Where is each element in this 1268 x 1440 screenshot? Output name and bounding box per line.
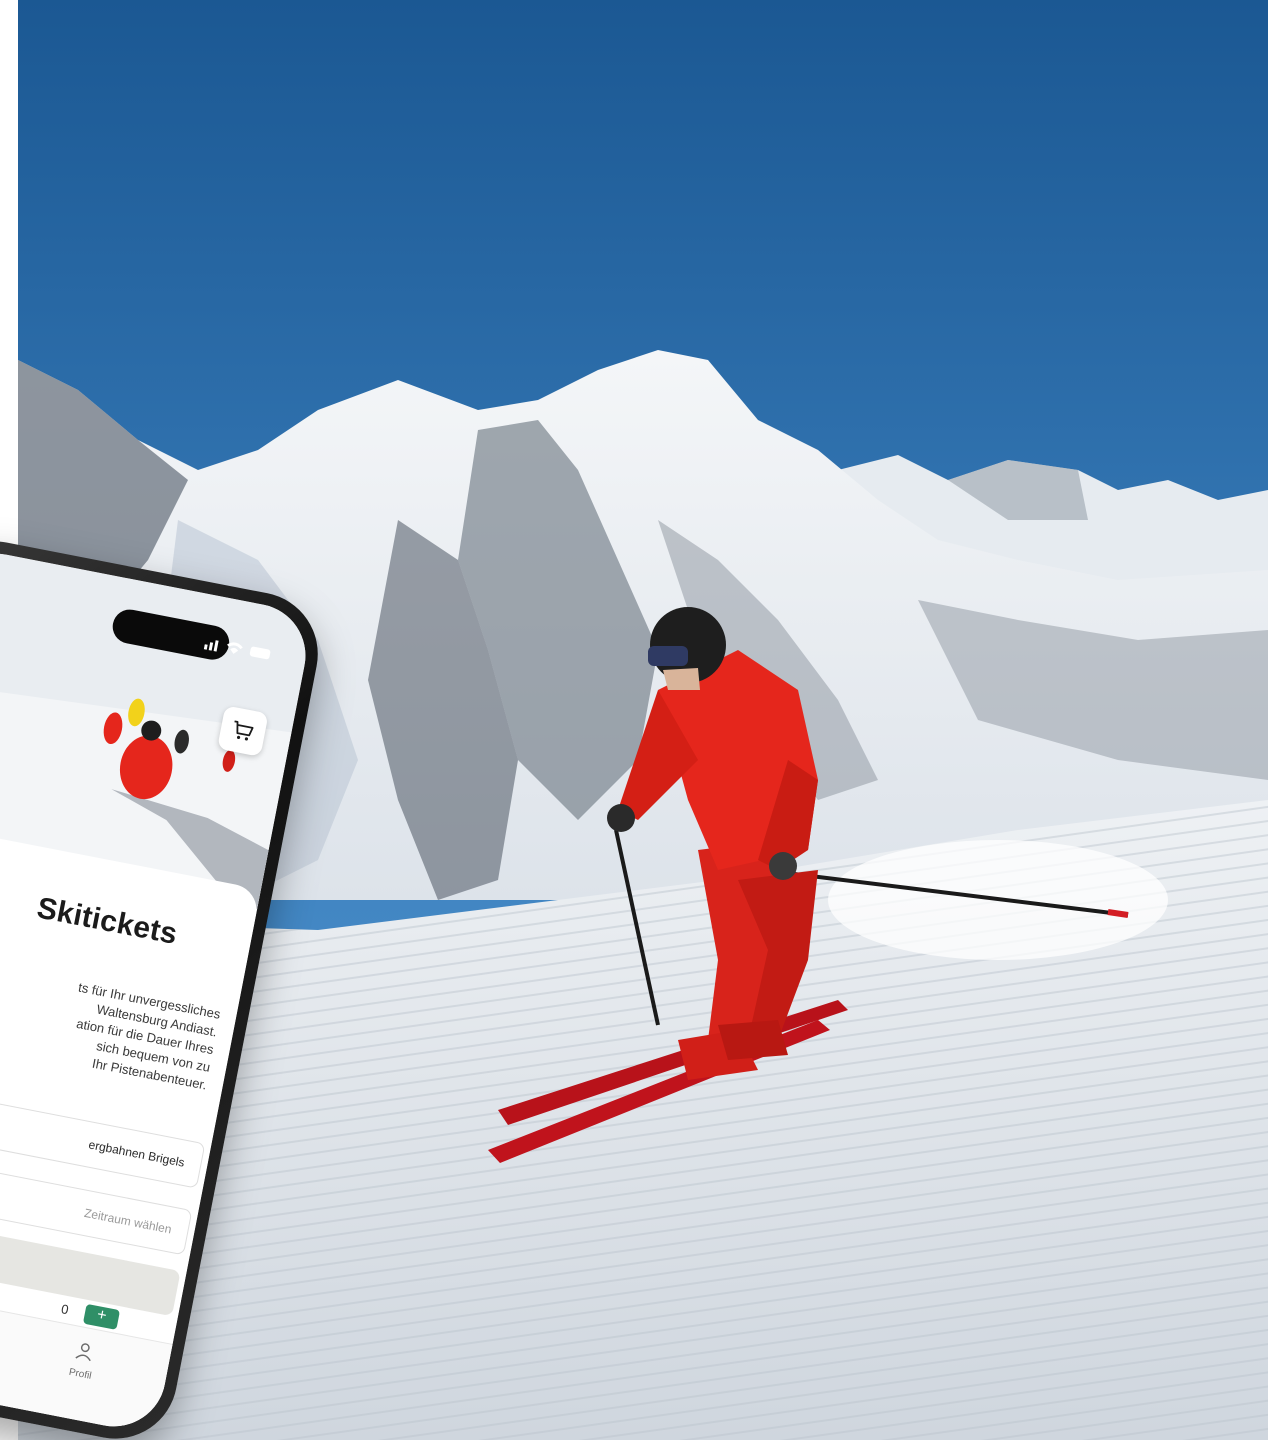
tab-profile-label: Profil [67, 1366, 93, 1382]
description: ts für Ihr unvergessliches Waltensburg A… [0, 962, 222, 1094]
tab-profile[interactable]: Profil [55, 1336, 112, 1385]
period-placeholder: Zeitraum wählen [82, 1205, 173, 1237]
increment-button[interactable]: + [82, 1303, 121, 1330]
signal-icon [203, 640, 219, 652]
marketing-scene: Skitickets ts für Ihr unvergessliches Wa… [0, 0, 1268, 1440]
cart-button[interactable] [217, 705, 269, 757]
page-title: Skitickets [34, 891, 181, 951]
cart-icon [234, 720, 254, 741]
operator-select[interactable]: ergbahnen Brigels [0, 1080, 206, 1189]
operator-value: ergbahnen Brigels [87, 1137, 186, 1170]
quantity-value: 0 [59, 1301, 70, 1318]
quantity-stepper: 0 + [59, 1299, 121, 1330]
profile-icon [75, 1343, 91, 1362]
battery-icon [249, 646, 271, 660]
wifi-icon [227, 642, 243, 654]
